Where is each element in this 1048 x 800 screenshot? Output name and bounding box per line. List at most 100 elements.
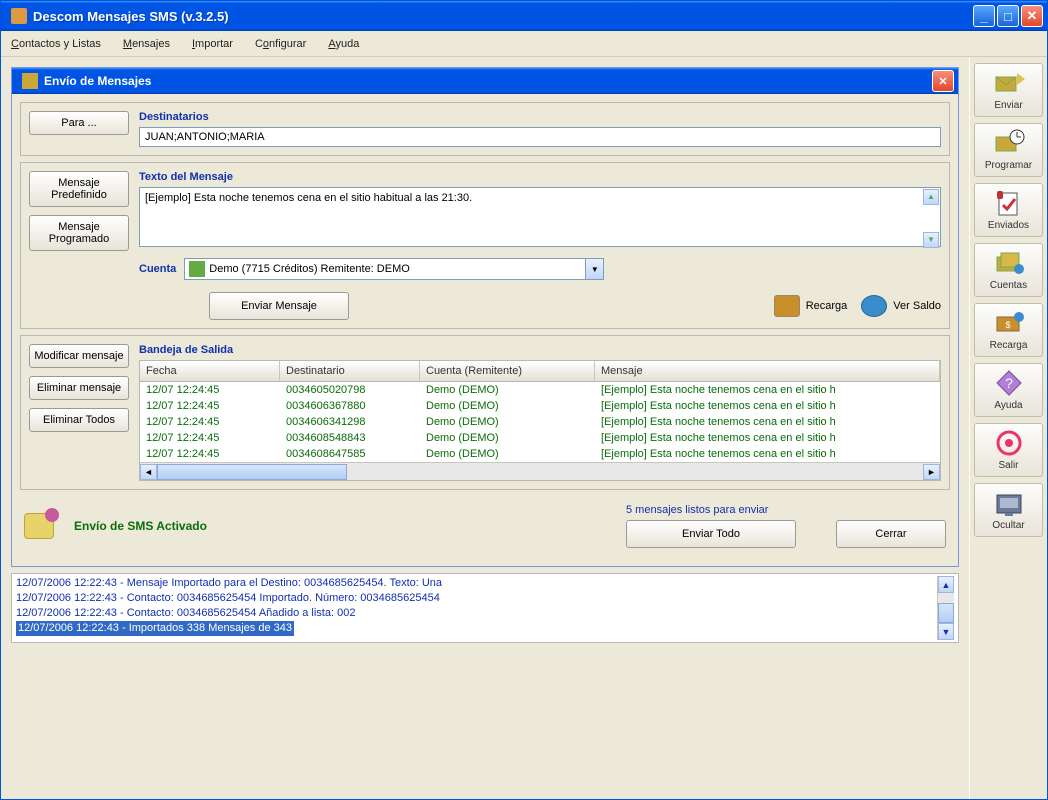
column-header[interactable]: Destinatario [280,361,420,381]
maximize-button[interactable]: □ [997,5,1019,27]
destinatarios-label: Destinatarios [139,111,941,123]
toolbar-enviados-button[interactable]: Enviados [974,183,1043,237]
toolbar-label: Salir [998,460,1018,471]
toolbar-label: Ocultar [992,520,1024,531]
toolbar-programar-button[interactable]: Programar [974,123,1043,177]
table-cell: 0034608647585 [280,446,420,462]
ready-text: 5 mensajes listos para enviar [626,504,946,516]
toolbar-cuentas-button[interactable]: Cuentas [974,243,1043,297]
sent-icon [993,189,1025,217]
close-button[interactable]: ✕ [1021,5,1043,27]
delete-message-button[interactable]: Eliminar mensaje [29,376,129,400]
table-row[interactable]: 12/07 12:24:450034606367880Demo (DEMO)[E… [140,398,940,414]
table-hscrollbar[interactable]: ◄ ► [140,462,940,480]
outbox-table: FechaDestinatarioCuenta (Remitente)Mensa… [139,360,941,481]
log-line: 12/07/2006 12:22:43 - Mensaje Importado … [16,576,937,591]
recarga-link[interactable]: Recarga [774,295,848,317]
message-group: Mensaje Predefinido Mensaje Programado T… [20,162,950,329]
svg-text:?: ? [1005,375,1013,391]
table-cell: 0034606367880 [280,398,420,414]
account-icon [189,261,205,277]
table-cell: 12/07 12:24:45 [140,430,280,446]
exit-icon [993,429,1025,457]
app-window: Descom Mensajes SMS (v.3.2.5) _ □ ✕ Cont… [0,0,1048,800]
textarea-scrollbar[interactable]: ▲ ▼ [923,189,939,248]
log-area: 12/07/2006 12:22:43 - Mensaje Importado … [11,573,959,643]
toolbar-label: Programar [985,160,1032,171]
column-header[interactable]: Fecha [140,361,280,381]
table-cell: Demo (DEMO) [420,430,595,446]
programmed-message-button[interactable]: Mensaje Programado [29,215,129,251]
para-button[interactable]: Para ... [29,111,129,135]
inner-close-button[interactable]: ✕ [932,70,954,92]
bandeja-label: Bandeja de Salida [139,344,941,356]
recharge-icon [774,295,800,317]
column-header[interactable]: Cuenta (Remitente) [420,361,595,381]
inner-titlebar[interactable]: Envío de Mensajes ✕ [12,68,958,94]
close-dialog-button[interactable]: Cerrar [836,520,946,548]
accounts-icon [993,249,1025,277]
chevron-down-icon[interactable]: ▼ [585,259,603,279]
log-vscrollbar[interactable]: ▲ ▼ [937,576,954,640]
help-icon: ? [993,369,1025,397]
table-cell: Demo (DEMO) [420,446,595,462]
sms-status-text: Envío de SMS Activado [74,519,207,533]
menu-mensajes[interactable]: Mensajes [123,38,170,50]
toolbar-label: Recarga [990,340,1028,351]
table-cell: Demo (DEMO) [420,398,595,414]
send-messages-window: Envío de Mensajes ✕ Para ... Destinatari… [11,67,959,567]
table-cell: 0034608548843 [280,430,420,446]
table-cell: [Ejemplo] Esta noche tenemos cena en el … [595,446,940,462]
inner-title: Envío de Mensajes [44,74,932,88]
menu-contactos-y-listas[interactable]: Contactos y Listas [11,38,101,50]
table-row[interactable]: 12/07 12:24:450034606341298Demo (DEMO)[E… [140,414,940,430]
menu-configurar[interactable]: Configurar [255,38,306,50]
toolbar-label: Cuentas [990,280,1027,291]
table-cell: 12/07 12:24:45 [140,414,280,430]
toolbar-label: Enviar [994,100,1022,111]
modify-message-button[interactable]: Modificar mensaje [29,344,129,368]
envelope-icon [22,73,38,89]
table-cell: 12/07 12:24:45 [140,446,280,462]
table-cell: [Ejemplo] Esta noche tenemos cena en el … [595,430,940,446]
destinatarios-input[interactable] [139,127,941,147]
table-row[interactable]: 12/07 12:24:450034608647585Demo (DEMO)[E… [140,446,940,462]
table-cell: Demo (DEMO) [420,414,595,430]
table-cell: 0034606341298 [280,414,420,430]
toolbar-recarga-button[interactable]: $ Recarga [974,303,1043,357]
toolbar-enviar-button[interactable]: Enviar [974,63,1043,117]
table-cell: Demo (DEMO) [420,382,595,398]
recharge-icon: $ [993,309,1025,337]
predefined-message-button[interactable]: Mensaje Predefinido [29,171,129,207]
table-cell: [Ejemplo] Esta noche tenemos cena en el … [595,382,940,398]
delete-all-button[interactable]: Eliminar Todos [29,408,129,432]
cuenta-select[interactable]: Demo (7715 Créditos) Remitente: DEMO ▼ [184,258,604,280]
sms-status-icon [24,513,54,539]
toolbar-ayuda-button[interactable]: ? Ayuda [974,363,1043,417]
send-message-button[interactable]: Enviar Mensaje [209,292,349,320]
message-textarea[interactable] [139,187,941,247]
table-cell: 12/07 12:24:45 [140,382,280,398]
send-icon [993,69,1025,97]
column-header[interactable]: Mensaje [595,361,940,381]
right-toolbar: Enviar Programar Enviados Cuentas $ Recarga? A… [969,57,1047,799]
texto-label: Texto del Mensaje [139,171,941,183]
table-cell: 0034605020798 [280,382,420,398]
toolbar-label: Ayuda [994,400,1022,411]
table-cell: 12/07 12:24:45 [140,398,280,414]
menu-importar[interactable]: Importar [192,38,233,50]
table-cell: [Ejemplo] Esta noche tenemos cena en el … [595,398,940,414]
recipients-group: Para ... Destinatarios [20,102,950,156]
svg-text:$: $ [1005,320,1010,330]
titlebar[interactable]: Descom Mensajes SMS (v.3.2.5) _ □ ✕ [1,1,1047,31]
minimize-button[interactable]: _ [973,5,995,27]
ver-saldo-link[interactable]: Ver Saldo [861,295,941,317]
toolbar-ocultar-button[interactable]: Ocultar [974,483,1043,537]
send-all-button[interactable]: Enviar Todo [626,520,796,548]
schedule-icon [993,129,1025,157]
log-line: 12/07/2006 12:22:43 - Contacto: 00346856… [16,606,937,621]
menu-ayuda[interactable]: Ayuda [328,38,359,50]
table-row[interactable]: 12/07 12:24:450034605020798Demo (DEMO)[E… [140,382,940,398]
table-row[interactable]: 12/07 12:24:450034608548843Demo (DEMO)[E… [140,430,940,446]
toolbar-salir-button[interactable]: Salir [974,423,1043,477]
